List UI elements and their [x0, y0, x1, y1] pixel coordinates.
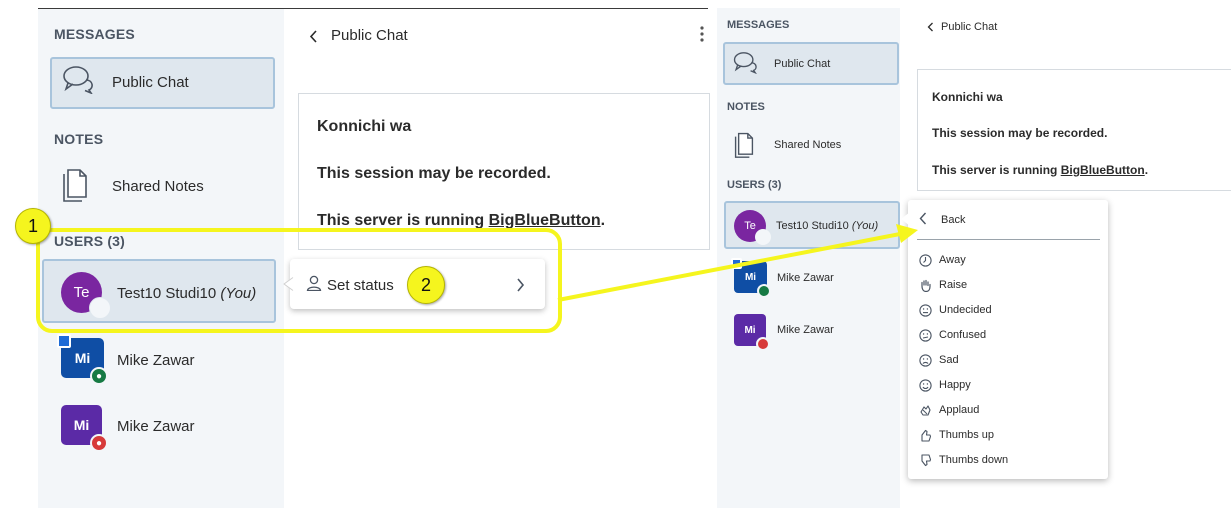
user-name[interactable]: Mike Zawar: [117, 352, 195, 369]
undecided-face-icon: [919, 304, 932, 317]
welcome-line-2: This session may be recorded.: [932, 126, 1108, 140]
status-option-confused[interactable]: Confused: [939, 329, 986, 341]
sad-face-icon: [919, 354, 932, 367]
notes-section-title: NOTES: [727, 101, 765, 113]
muted-microphone-icon: [756, 337, 770, 351]
status-menu-back[interactable]: Back: [941, 214, 965, 226]
status-options-menu: [908, 200, 1108, 479]
welcome-line-1: Konnichi wa: [932, 90, 1003, 104]
more-options-icon[interactable]: [699, 25, 705, 43]
thumbs-up-icon: [921, 429, 932, 442]
chevron-left-icon[interactable]: [927, 22, 934, 32]
user-name[interactable]: Mike Zawar: [117, 418, 195, 435]
user-name[interactable]: Mike Zawar: [777, 272, 834, 284]
welcome-line-3: This server is running BigBlueButton.: [932, 163, 1149, 177]
welcome-line-1: Konnichi wa: [317, 118, 412, 135]
status-option-thumbs-down[interactable]: Thumbs down: [939, 454, 1008, 466]
muted-microphone-icon: ●: [90, 434, 108, 452]
microphone-icon: ●: [90, 367, 108, 385]
user-status-dot: [755, 229, 771, 245]
status-option-undecided[interactable]: Undecided: [939, 304, 992, 316]
welcome-line-2: This session may be recorded.: [317, 165, 551, 182]
users-section-title: USERS (3): [727, 179, 782, 191]
bigbluebutton-link[interactable]: BigBlueButton: [489, 212, 601, 229]
highlight-frame: [36, 228, 562, 333]
messages-section-title: MESSAGES: [54, 26, 135, 42]
chat-back-title[interactable]: Public Chat: [331, 27, 408, 44]
status-option-thumbs-up[interactable]: Thumbs up: [939, 429, 994, 441]
chat-bubbles-icon: [733, 52, 757, 74]
left-top-border: [38, 8, 708, 9]
chevron-left-icon[interactable]: [919, 212, 927, 225]
shared-notes-label[interactable]: Shared Notes: [112, 178, 204, 195]
chat-bubbles-icon: [63, 66, 93, 94]
chat-back-title[interactable]: Public Chat: [941, 21, 997, 33]
presenter-icon: [57, 334, 71, 348]
user-name[interactable]: Mike Zawar: [777, 324, 834, 336]
shared-notes-icon[interactable]: [62, 168, 88, 202]
public-chat-label: Public Chat: [112, 74, 189, 91]
status-option-sad[interactable]: Sad: [939, 354, 959, 366]
applaud-icon: [920, 405, 931, 416]
status-option-raise[interactable]: Raise: [939, 279, 967, 291]
status-option-happy[interactable]: Happy: [939, 379, 971, 391]
chevron-left-icon[interactable]: [309, 30, 318, 43]
menu-caret: [901, 212, 910, 226]
microphone-icon: [757, 284, 771, 298]
bigbluebutton-link[interactable]: BigBlueButton: [1061, 163, 1145, 177]
user-name-self: Test10 Studi10 (You): [776, 220, 879, 232]
status-option-away[interactable]: Away: [939, 254, 966, 266]
notes-section-title: NOTES: [54, 131, 104, 147]
clock-icon: [919, 254, 932, 267]
callout-badge-2: 2: [407, 266, 445, 304]
confused-face-icon: [919, 329, 932, 342]
public-chat-label: Public Chat: [774, 58, 831, 70]
raised-hand-icon: [921, 279, 931, 292]
shared-notes-icon[interactable]: [734, 132, 754, 158]
messages-section-title: MESSAGES: [727, 19, 790, 31]
presenter-icon: [731, 258, 742, 269]
menu-divider: [917, 239, 1100, 240]
shared-notes-label[interactable]: Shared Notes: [774, 139, 841, 151]
thumbs-down-icon: [921, 454, 932, 467]
callout-badge-1: 1: [15, 208, 51, 244]
status-option-applaud[interactable]: Applaud: [939, 404, 979, 416]
happy-face-icon: [919, 379, 932, 392]
